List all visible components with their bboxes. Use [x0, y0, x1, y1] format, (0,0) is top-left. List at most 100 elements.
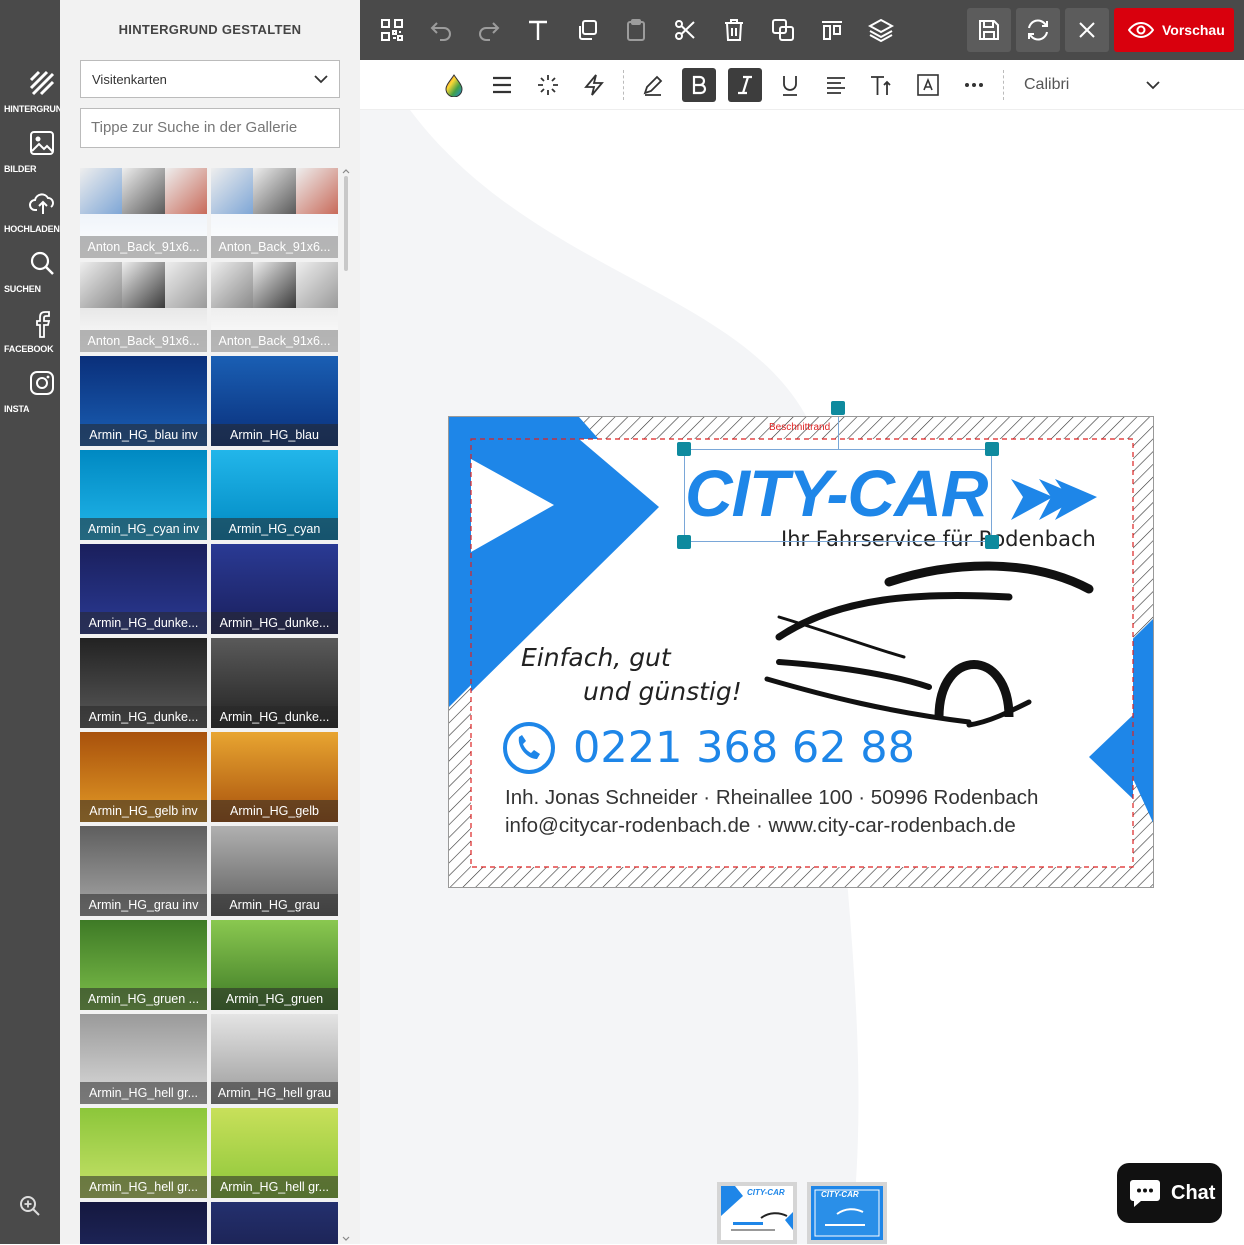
background-gallery: Anton_Back_91x6... Anton_Back_91x6... Anto… [80, 168, 342, 1244]
reload-icon [1028, 19, 1048, 41]
paste-button[interactable] [620, 14, 652, 46]
photo-strip [80, 168, 207, 214]
photo-strip [80, 262, 207, 308]
more-dots-icon [965, 83, 983, 87]
qr-code-button[interactable] [376, 14, 408, 46]
italic-icon [738, 75, 752, 95]
background-tile[interactable]: Armin_HG_hell gr... [211, 1108, 338, 1198]
background-tile[interactable]: Armin_HG_gelb inv [80, 732, 207, 822]
photo-thumb [80, 168, 123, 214]
save-icon [979, 20, 999, 40]
font-select[interactable]: Calibri [1024, 76, 1069, 94]
copy-button[interactable] [571, 14, 603, 46]
background-tile[interactable]: Armin_HG_dunke... [80, 544, 207, 634]
scroll-up-icon[interactable] [342, 168, 350, 174]
zoom-in-button[interactable] [18, 1194, 42, 1218]
duplicate-button[interactable] [767, 14, 799, 46]
selection-box[interactable] [684, 449, 992, 542]
background-tile[interactable]: Armin_HG_gruen [211, 920, 338, 1010]
align-top-icon [822, 21, 842, 40]
background-tile[interactable]: Armin_HG_dunke... [211, 638, 338, 728]
text-frame-icon [917, 74, 939, 96]
reload-button[interactable] [1016, 8, 1060, 52]
align-left-icon [827, 77, 845, 94]
business-card[interactable]: Beschnittrand CITY-CAR Ihr Fahrservice f… [448, 416, 1154, 888]
address-line[interactable]: Inh. Jonas Schneider · Rheinallee 100 · … [505, 786, 1038, 810]
page-thumbnail-back[interactable]: CITY-CAR [807, 1182, 887, 1244]
photo-thumb [80, 262, 123, 308]
background-tile[interactable]: Armin_HG_cyan [211, 450, 338, 540]
color-button[interactable] [437, 68, 471, 102]
slogan-line-1[interactable]: Einfach, gut [521, 643, 671, 672]
category-value: Visitenkarten [92, 72, 167, 87]
slogan-line-2[interactable]: und günstig! [583, 677, 742, 706]
background-tile[interactable]: Anton_Back_91x6... [80, 168, 207, 258]
page-thumbnail-front[interactable]: CITY-CAR [717, 1182, 797, 1244]
edit-button[interactable] [636, 68, 670, 102]
scrollbar-thumb[interactable] [344, 176, 348, 271]
scroll-down-icon[interactable] [342, 1236, 350, 1242]
text-size-icon [871, 76, 891, 95]
page-thumb-label: CITY-CAR [821, 1190, 859, 1199]
align-menu-button[interactable] [485, 68, 519, 102]
add-text-button[interactable] [522, 14, 554, 46]
chevron-down-icon[interactable] [1145, 79, 1161, 91]
background-tile[interactable]: Armin_HG_cyan inv [80, 450, 207, 540]
gallery-search-input[interactable]: Tippe zur Suche in der Gallerie [80, 108, 340, 148]
tile-caption: Armin_HG_dunke... [211, 612, 338, 634]
resize-handle[interactable] [985, 442, 999, 456]
background-tile[interactable] [80, 1202, 207, 1244]
background-tile[interactable]: Anton_Back_91x6... [211, 168, 338, 258]
save-button[interactable] [967, 8, 1011, 52]
menu-lines-icon [493, 76, 511, 94]
bold-button[interactable] [682, 68, 716, 102]
cut-margin-label: Beschnittrand [769, 422, 831, 433]
resize-handle[interactable] [985, 535, 999, 549]
layers-button[interactable] [865, 14, 897, 46]
italic-button[interactable] [728, 68, 762, 102]
facebook-icon [36, 311, 51, 338]
align-top-button[interactable] [816, 14, 848, 46]
tile-caption: Anton_Back_91x6... [80, 330, 207, 352]
phone-number[interactable]: 0221 368 62 88 [573, 723, 915, 773]
resize-handle[interactable] [677, 535, 691, 549]
tile-caption: Anton_Back_91x6... [211, 330, 338, 352]
tile-caption: Armin_HG_cyan [211, 518, 338, 540]
undo-button[interactable] [425, 14, 457, 46]
text-box-button[interactable] [911, 68, 945, 102]
category-select[interactable]: Visitenkarten [80, 60, 340, 98]
chat-button[interactable]: Chat [1117, 1163, 1222, 1223]
font-size-button[interactable] [865, 68, 899, 102]
effects-button[interactable] [531, 68, 565, 102]
preview-button[interactable]: Vorschau [1114, 8, 1234, 52]
background-tile[interactable]: Armin_HG_blau [211, 356, 338, 446]
background-tile[interactable]: Armin_HG_gelb [211, 732, 338, 822]
flash-button[interactable] [577, 68, 611, 102]
background-tile[interactable]: Armin_HG_dunke... [211, 544, 338, 634]
resize-handle[interactable] [677, 442, 691, 456]
background-tile[interactable]: Armin_HG_gruen ... [80, 920, 207, 1010]
photo-thumb [122, 168, 165, 214]
background-stripes-icon [29, 70, 55, 96]
contact-line[interactable]: info@citycar-rodenbach.de · www.city-car… [505, 814, 1016, 838]
background-tile[interactable] [211, 1202, 338, 1244]
cut-button[interactable] [669, 14, 701, 46]
background-tile[interactable]: Armin_HG_hell gr... [80, 1014, 207, 1104]
underline-button[interactable] [773, 68, 807, 102]
background-tile[interactable]: Armin_HG_grau inv [80, 826, 207, 916]
background-tile[interactable]: Armin_HG_grau [211, 826, 338, 916]
delete-button[interactable] [718, 14, 750, 46]
background-tile[interactable]: Armin_HG_hell grau [211, 1014, 338, 1104]
background-tile[interactable]: Armin_HG_hell gr... [80, 1108, 207, 1198]
rotate-handle[interactable] [831, 401, 845, 415]
redo-button[interactable] [473, 14, 505, 46]
background-tile[interactable]: Armin_HG_dunke... [80, 638, 207, 728]
image-icon [30, 131, 54, 155]
background-tile[interactable]: Anton_Back_91x6... [80, 262, 207, 352]
gallery-scrollbar[interactable] [342, 168, 350, 1244]
text-align-button[interactable] [819, 68, 853, 102]
background-tile[interactable]: Anton_Back_91x6... [211, 262, 338, 352]
background-tile[interactable]: Armin_HG_blau inv [80, 356, 207, 446]
close-button[interactable] [1065, 8, 1109, 52]
more-button[interactable] [957, 68, 991, 102]
